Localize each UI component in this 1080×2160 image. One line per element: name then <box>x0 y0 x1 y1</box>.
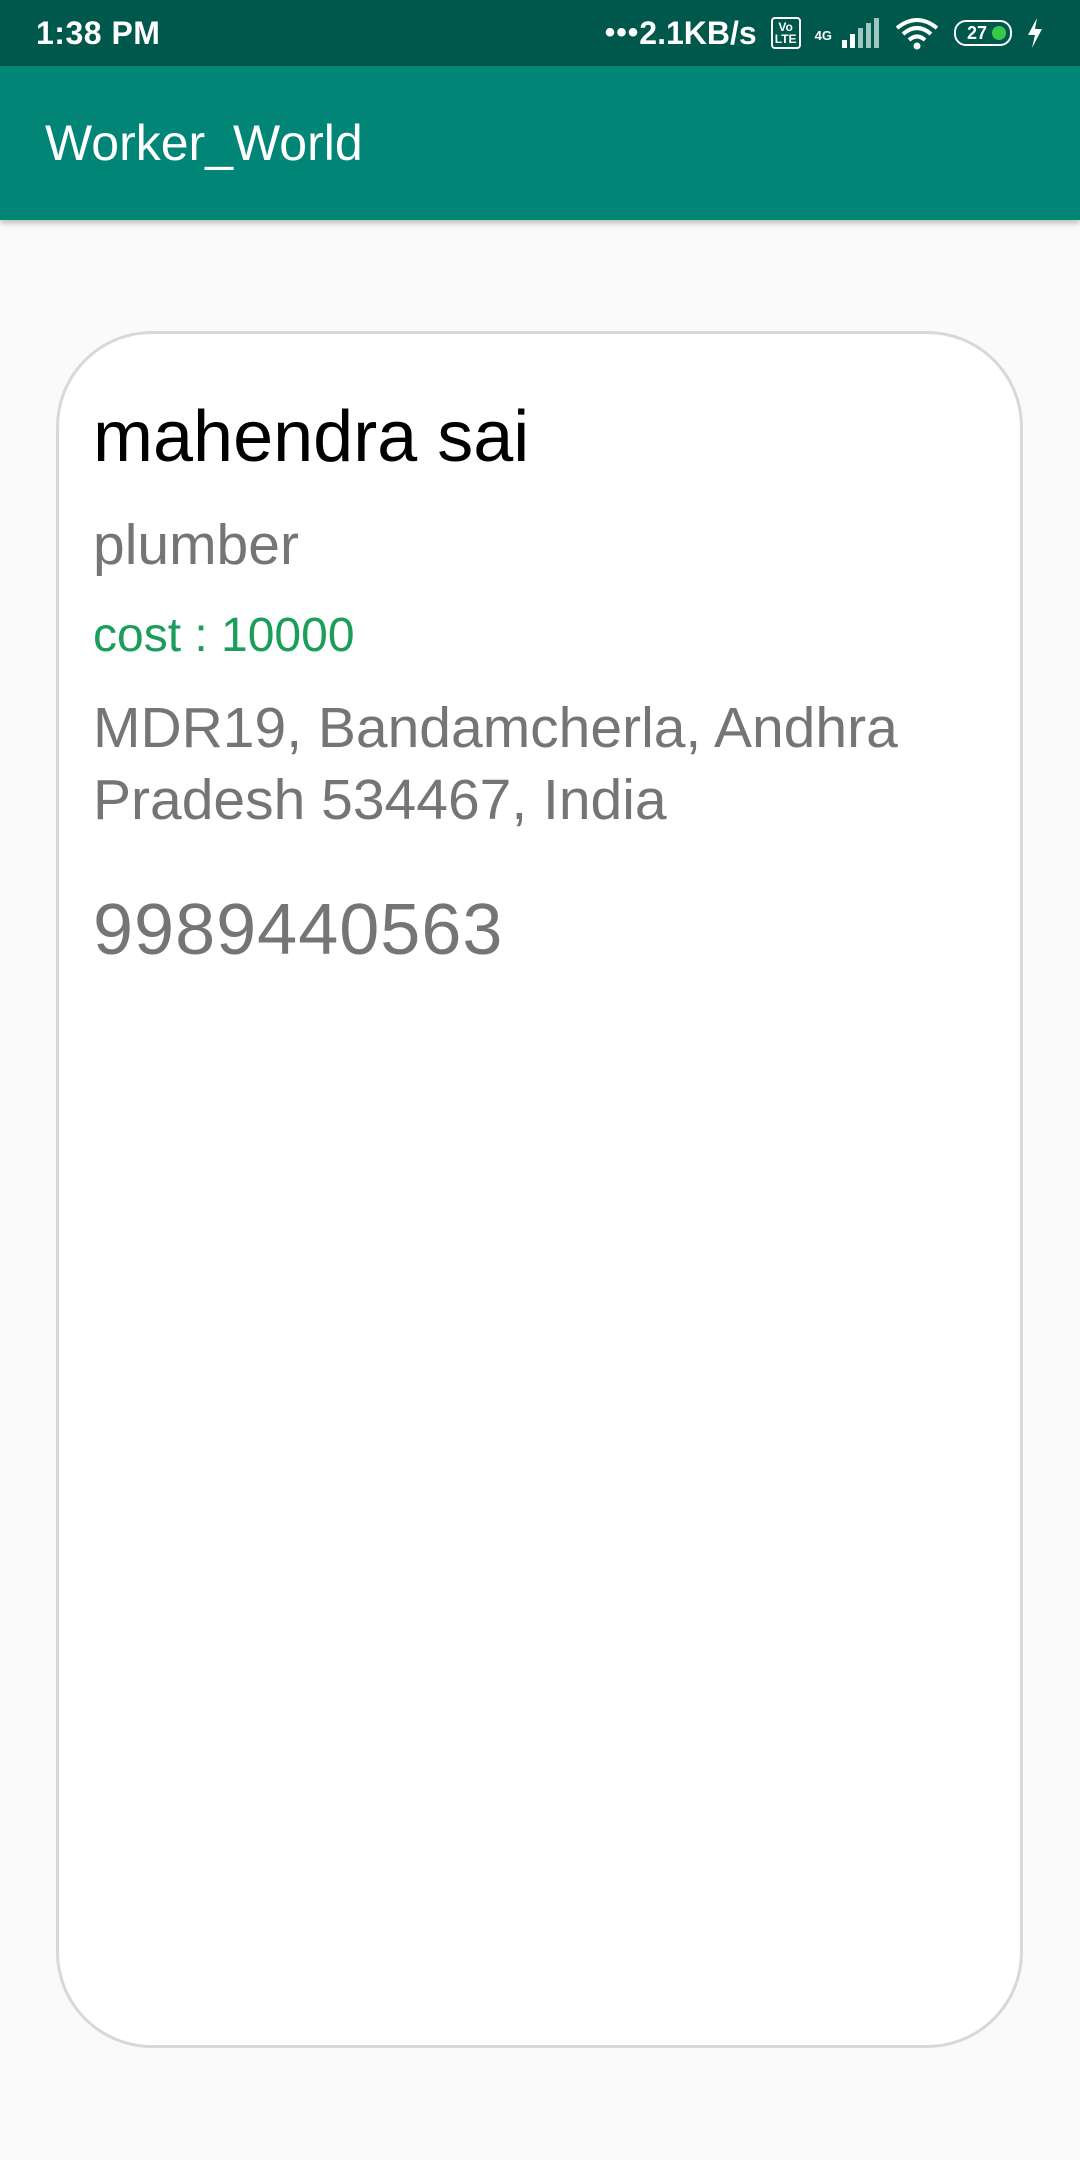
battery-icon: 27 <box>954 20 1012 46</box>
status-icons: ••• 2.1KB/s Vo LTE 4G 27 <box>605 15 1044 52</box>
status-bar: 1:38 PM ••• 2.1KB/s Vo LTE 4G 27 <box>0 0 1080 66</box>
network-speed-text: 2.1KB/s <box>639 14 757 51</box>
worker-card[interactable]: mahendra sai plumber cost : 10000 MDR19,… <box>56 331 1023 2048</box>
worker-cost: cost : 10000 <box>93 609 355 662</box>
worker-profession: plumber <box>93 513 299 577</box>
volte-icon: Vo LTE <box>770 17 801 49</box>
signal-icon <box>842 18 879 48</box>
wifi-icon <box>895 18 939 50</box>
app-title: Worker_World <box>45 115 363 171</box>
worker-phone[interactable]: 9989440563 <box>93 889 503 971</box>
battery-body: 27 <box>954 20 1012 46</box>
worker-address: MDR19, Bandamcherla, Andhra Pradesh 5344… <box>93 696 898 832</box>
worker-name: mahendra sai <box>93 397 530 477</box>
battery-level: 27 <box>966 22 988 43</box>
battery-indicator <box>992 26 1006 40</box>
app-bar: Worker_World <box>0 66 1080 220</box>
status-time: 1:38 PM <box>36 14 161 51</box>
network-dots: ••• <box>604 16 640 49</box>
network-speed: ••• 2.1KB/s <box>605 15 757 52</box>
charging-bolt-icon <box>1028 18 1042 48</box>
network-type-label: 4G <box>814 27 832 43</box>
